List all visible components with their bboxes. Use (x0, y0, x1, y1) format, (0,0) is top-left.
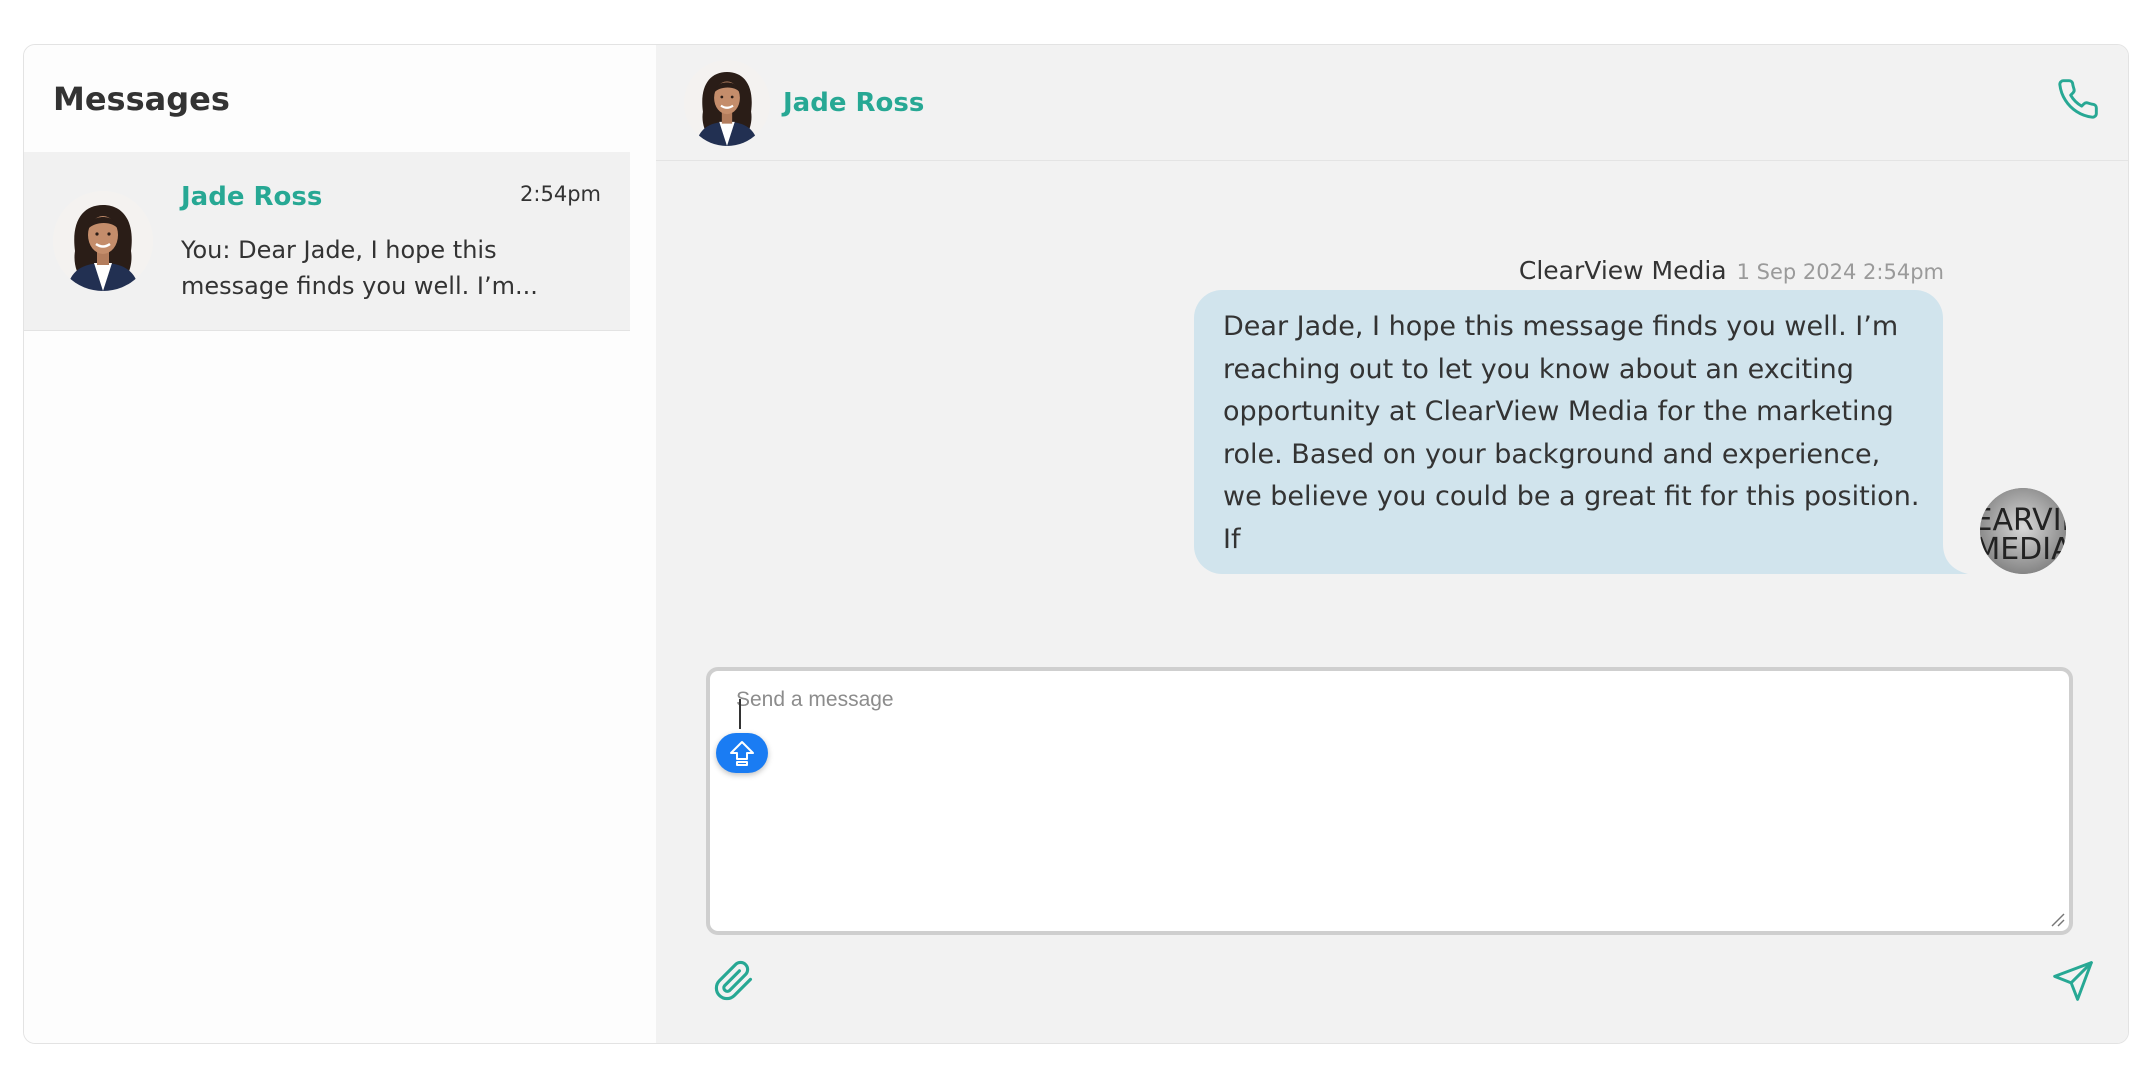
sender-avatar: CLEARVIEW MEDIA (1980, 488, 2066, 574)
send-button[interactable] (2051, 959, 2095, 1003)
conversation-time: 2:54pm (520, 182, 601, 206)
message-bubble: Dear Jade, I hope this message finds you… (1194, 290, 1943, 574)
message-composer[interactable] (706, 667, 2073, 935)
message-text: Dear Jade, I hope this message finds you… (1223, 311, 1920, 555)
sidebar-title: Messages (53, 80, 230, 118)
conversation-name: Jade Ross (181, 182, 323, 212)
shift-up-arrow-button[interactable] (716, 733, 768, 773)
contact-avatar[interactable] (684, 60, 770, 146)
message-input[interactable] (710, 671, 2069, 931)
svg-text:MEDIA: MEDIA (1980, 532, 2066, 567)
message-sender: ClearView Media (1518, 256, 1727, 285)
clearview-media-logo: CLEARVIEW MEDIA (1980, 488, 2066, 574)
shift-up-arrow-icon (730, 741, 754, 766)
phone-icon (2058, 79, 2098, 119)
message-meta: ClearView Media 1 Sep 2024 2:54pm (1519, 256, 1944, 285)
message-timestamp: 1 Sep 2024 2:54pm (1736, 260, 1944, 284)
conversation-sidebar: Messages Jade Ross 2:54pm You: Dear Jade… (24, 45, 656, 1043)
attach-button[interactable] (713, 960, 755, 1002)
resize-handle[interactable] (2049, 911, 2065, 927)
conversation-item-jade-ross[interactable]: Jade Ross 2:54pm You: Dear Jade, I hope … (24, 152, 630, 331)
paperclip-icon (714, 960, 753, 1001)
call-button[interactable] (2056, 77, 2100, 121)
bubble-tail (1938, 544, 1968, 574)
sidebar-header: Messages (24, 45, 629, 152)
chat-header: Jade Ross (656, 45, 2128, 161)
conversation-preview: You: Dear Jade, I hope this message find… (181, 236, 538, 300)
chat-panel: Jade Ross ClearView Media 1 Sep 2024 2:54… (656, 45, 2128, 1043)
contact-name[interactable]: Jade Ross (783, 88, 924, 118)
send-icon (2053, 961, 2093, 1001)
avatar (53, 191, 153, 291)
messaging-app: Messages Jade Ross 2:54pm You: Dear Jade… (23, 44, 2129, 1044)
text-caret (739, 699, 741, 729)
